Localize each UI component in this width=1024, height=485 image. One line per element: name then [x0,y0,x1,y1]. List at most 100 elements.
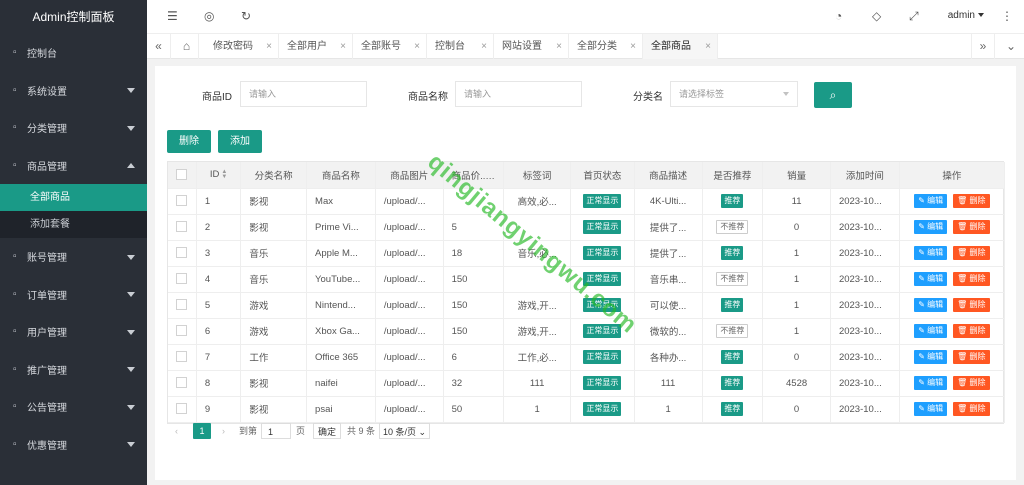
user-icon: ▫ [13,326,17,338]
close-icon[interactable]: × [414,34,420,59]
row-select-cell [168,396,197,423]
theme-icon[interactable]: ◔ [835,9,842,23]
tab[interactable]: 控制台 × [427,34,494,59]
edit-button[interactable]: ✎ 编辑 [914,350,948,364]
tab[interactable]: 全部账号 × [353,34,427,59]
prev-page-icon[interactable]: ‹ [175,423,178,439]
cell-time: 2023-10... [830,266,900,293]
column-header[interactable]: 商品价... ▲ ▼ [443,162,505,189]
cell-category: 游戏 [240,318,308,345]
sidebar-item[interactable]: ▫ 控制台 [0,34,147,72]
sort-icon[interactable]: ▲ ▼ [221,169,227,180]
delete-button[interactable]: 删除 [167,130,211,153]
sidebar-item[interactable]: ▫ 账号管理 [0,238,147,276]
more-icon[interactable]: ⋮ [1001,9,1013,23]
sidebar-item-label: 用户管理 [27,328,67,340]
sidebar-item[interactable]: ▫ 用户管理 [0,313,147,351]
row-checkbox[interactable] [176,377,188,389]
sidebar-item[interactable]: ▫ 商品管理 [0,147,147,185]
edit-button[interactable]: ✎ 编辑 [914,194,948,208]
globe-icon[interactable]: ◎ [204,9,214,23]
row-checkbox[interactable] [176,403,188,415]
product-id-input[interactable]: 请输入 [240,81,367,107]
row-checkbox[interactable] [176,273,188,285]
refresh-icon[interactable]: ↻ [241,9,251,23]
row-delete-button[interactable]: 🗑 删除 [953,402,990,416]
row-checkbox[interactable] [176,299,188,311]
cell-tags: 高效,必... [503,188,572,215]
edit-button[interactable]: ✎ 编辑 [914,376,948,390]
close-icon[interactable]: × [705,34,711,59]
edit-button[interactable]: ✎ 编辑 [914,272,948,286]
close-icon[interactable]: × [630,34,636,59]
sidebar-item[interactable]: ▫ 订单管理 [0,276,147,314]
tab[interactable]: 全部分类 × [569,34,643,59]
sidebar-item[interactable]: ▫ 分类管理 [0,109,147,147]
row-delete-button[interactable]: 🗑 删除 [953,246,990,260]
close-icon[interactable]: × [266,34,272,59]
row-checkbox[interactable] [176,247,188,259]
tab[interactable]: 修改密码 × [205,34,279,59]
row-checkbox[interactable] [176,195,188,207]
sidebar-item[interactable]: ▫ 系统设置 [0,72,147,110]
sidebar-subitem[interactable]: 添加套餐 [0,211,147,238]
edit-button[interactable]: ✎ 编辑 [914,298,948,312]
next-page-icon[interactable]: › [222,423,225,439]
edit-button[interactable]: ✎ 编辑 [914,246,948,260]
row-delete-button[interactable]: 🗑 删除 [953,298,990,312]
row-delete-button[interactable]: 🗑 删除 [953,272,990,286]
column-header-label: 添加时间 [845,170,884,182]
row-delete-button[interactable]: 🗑 删除 [953,194,990,208]
tabs-prev-icon[interactable]: « [147,34,171,59]
tab[interactable]: 网站设置 × [494,34,569,59]
product-name-input[interactable]: 请输入 [455,81,582,107]
add-button[interactable]: 添加 [218,130,262,153]
cell-status: 正常显示 [570,396,635,423]
tag-icon[interactable]: ◇ [872,9,881,23]
sidebar-item[interactable]: ▫ 推广管理 [0,351,147,389]
row-delete-button[interactable]: 🗑 删除 [953,324,990,338]
user-menu[interactable]: admin [948,10,984,21]
page-size-select[interactable]: 10 条/页 ⌄ [379,423,431,439]
home-icon: ▫ [13,47,17,59]
fullscreen-icon[interactable]: ⤢ [909,9,919,24]
row-checkbox[interactable] [176,351,188,363]
row-checkbox[interactable] [176,325,188,337]
edit-button[interactable]: ✎ 编辑 [914,402,948,416]
close-icon[interactable]: × [481,34,487,59]
tab[interactable]: 全部用户 × [279,34,353,59]
confirm-button[interactable]: 确定 [313,423,342,439]
cell-tags: 111 [503,370,572,397]
cell-name: Apple M... [306,240,376,267]
row-delete-button[interactable]: 🗑 删除 [953,376,990,390]
tab[interactable]: 全部商品 × [643,34,718,59]
cell-time: 2023-10... [830,396,900,423]
tabs-menu-icon[interactable]: ⌄ [999,34,1023,59]
edit-button[interactable]: ✎ 编辑 [914,324,948,338]
coupon-icon: ▫ [13,438,17,450]
search-button[interactable]: ⌕ [814,82,852,108]
menu-toggle-icon[interactable]: ☰ [167,9,178,23]
edit-button[interactable]: ✎ 编辑 [914,220,948,234]
status-badge: 正常显示 [583,324,622,338]
close-icon[interactable]: × [556,34,562,59]
category-select[interactable]: 请选择标签 [670,81,798,107]
sidebar-item[interactable]: ▫ 公告管理 [0,388,147,426]
row-delete-button[interactable]: 🗑 删除 [953,350,990,364]
row-checkbox[interactable] [176,221,188,233]
sidebar-subitem[interactable]: 全部商品 [0,184,147,211]
cell-category: 音乐 [240,240,308,267]
sidebar-item-label: 推广管理 [27,365,67,377]
cell-time: 2023-10... [830,344,900,371]
column-header[interactable]: ID ▲ ▼ [196,162,242,189]
row-select-cell [168,292,197,319]
tabs-next-icon[interactable]: » [971,34,995,59]
cell-image: /upload/... [375,370,444,397]
home-tab-icon[interactable]: ⌂ [175,34,199,59]
current-page[interactable]: 1 [193,423,211,439]
page-input[interactable]: 1 [261,423,291,439]
select-all-checkbox[interactable] [176,169,188,181]
close-icon[interactable]: × [340,34,346,59]
sidebar-item[interactable]: ▫ 优惠管理 [0,426,147,464]
row-delete-button[interactable]: 🗑 删除 [953,220,990,234]
